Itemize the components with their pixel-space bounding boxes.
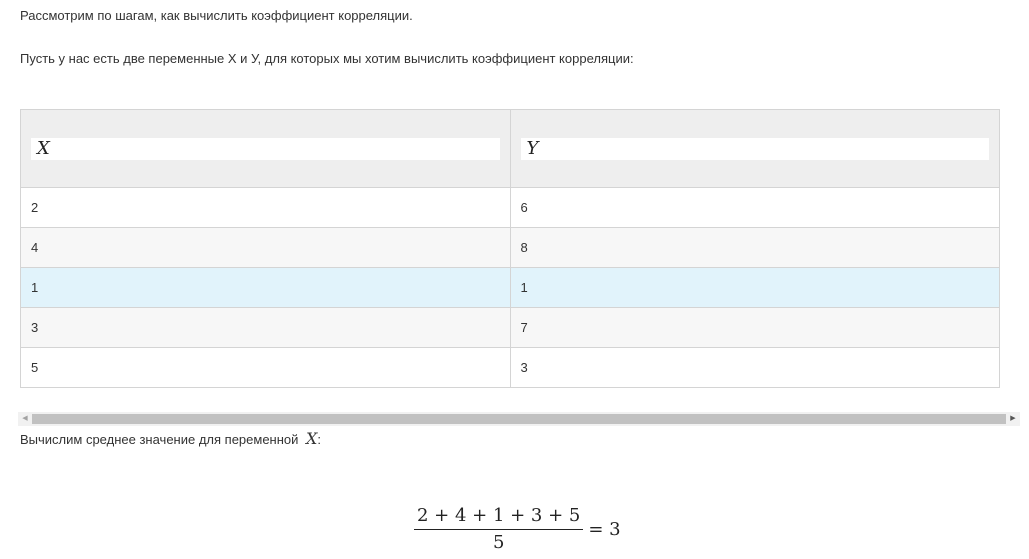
cell-x: 5 [20,347,511,388]
table-row: 5 3 [20,347,1000,388]
cell-x: 4 [20,227,511,268]
horizontal-scrollbar[interactable]: ◀ ▶ [18,412,1020,426]
formula-result: = 3 [588,519,621,540]
mean-formula: 2 + 4 + 1 + 3 + 5 5 = 3 [414,505,621,554]
cell-y: 7 [509,307,1000,348]
cell-x: 2 [20,187,511,228]
cell-y: 6 [509,187,1000,228]
formula-fraction: 2 + 4 + 1 + 3 + 5 5 [414,505,584,554]
table-row: 3 7 [20,307,1000,348]
table-row: 4 8 [20,227,1000,268]
scrollbar-thumb[interactable] [32,414,1006,424]
lead-paragraph: Пусть у нас есть две переменные Х и У, д… [20,51,634,66]
mean-variable: X [306,429,318,448]
header-label-y: Y [520,137,989,160]
mean-text: Вычислим среднее значение для переменной [20,432,299,447]
header-cell-x: X [20,109,511,188]
mean-paragraph: Вычислим среднее значение для переменной… [20,430,321,449]
xy-data-table: X Y 2 6 4 8 1 1 3 7 5 3 [20,109,1000,388]
cell-y: 1 [509,267,1000,308]
cell-y: 3 [509,347,1000,388]
cell-x: 3 [20,307,511,348]
cell-y: 8 [509,227,1000,268]
table-row: 2 6 [20,187,1000,228]
intro-paragraph: Рассмотрим по шагам, как вычислить коэфф… [20,8,413,23]
mean-colon: : [317,432,322,447]
table-row-highlighted: 1 1 [20,267,1000,308]
formula-denominator: 5 [492,532,505,553]
scroll-left-icon[interactable]: ◀ [18,412,32,426]
table-header-row: X Y [20,109,1000,188]
data-table-container: X Y 2 6 4 8 1 1 3 7 5 3 [20,109,1000,388]
header-cell-y: Y [509,109,1000,188]
cell-x: 1 [20,267,511,308]
scroll-right-icon[interactable]: ▶ [1006,412,1020,426]
formula-numerator: 2 + 4 + 1 + 3 + 5 [414,505,584,530]
header-label-x: X [31,137,500,160]
